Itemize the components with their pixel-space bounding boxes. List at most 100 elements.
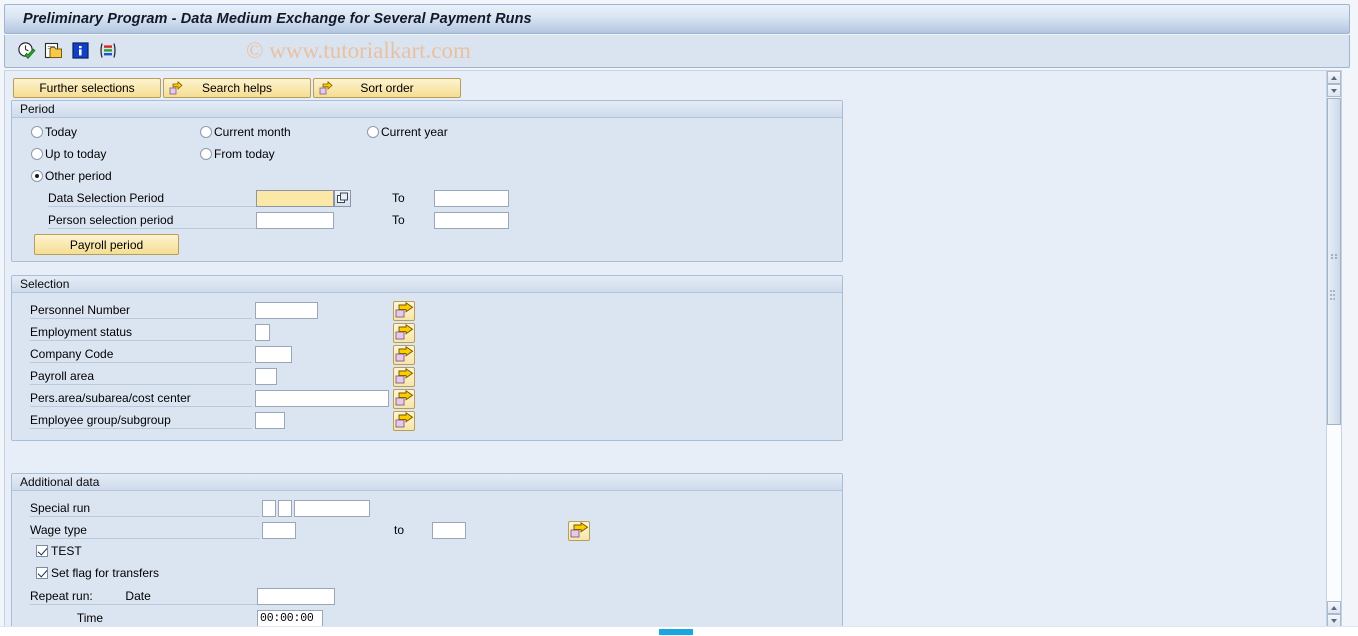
radio-indicator bbox=[200, 148, 212, 160]
repeat-run-time-label: Time bbox=[30, 610, 260, 627]
employee-group-subgroup-label: Employee group/subgroup bbox=[30, 412, 252, 429]
sort-order-button[interactable]: Sort order bbox=[313, 78, 461, 98]
repeat-run-row: Repeat run: Date bbox=[30, 588, 260, 605]
employee-group-subgroup-input[interactable] bbox=[255, 412, 285, 429]
wage-type-label: Wage type bbox=[30, 522, 260, 539]
radio-today[interactable]: Today bbox=[31, 125, 77, 139]
checkbox-test[interactable]: TEST bbox=[36, 544, 82, 558]
period-group-body: Today Current month Current year Up to t… bbox=[12, 118, 842, 261]
action-button-row: Further selections Search helps Sort ord… bbox=[13, 78, 461, 98]
person-selection-period-from-input[interactable] bbox=[256, 212, 334, 229]
scrollbar-track[interactable] bbox=[1327, 425, 1341, 601]
repeat-run-date-input[interactable] bbox=[257, 588, 335, 605]
payroll-period-label: Payroll period bbox=[69, 237, 144, 252]
radio-today-label: Today bbox=[45, 125, 78, 139]
wage-type-to-label: to bbox=[394, 523, 405, 537]
scroll-up-button-bottom[interactable] bbox=[1327, 601, 1341, 614]
checkbox-test-label: TEST bbox=[51, 544, 82, 558]
splitter-grip[interactable] bbox=[1330, 290, 1336, 306]
layout-list-icon[interactable] bbox=[98, 41, 117, 60]
person-selection-period-to-input[interactable] bbox=[434, 212, 509, 229]
toolbar-icon-group bbox=[17, 41, 117, 60]
get-variant-icon[interactable] bbox=[44, 41, 63, 60]
pers-area-subarea-cost-center-input[interactable] bbox=[255, 390, 389, 407]
radio-current-year[interactable]: Current year bbox=[367, 125, 448, 139]
special-run-label: Special run bbox=[30, 500, 260, 517]
scroll-down-button-top[interactable] bbox=[1327, 84, 1341, 97]
further-selections-button[interactable]: Further selections bbox=[13, 78, 161, 98]
special-run-input-1[interactable] bbox=[262, 500, 276, 517]
further-selections-label: Further selections bbox=[39, 81, 135, 95]
scrollbar-grip bbox=[1331, 254, 1338, 261]
search-helps-label: Search helps bbox=[201, 81, 273, 95]
data-selection-period-to-input[interactable] bbox=[434, 190, 509, 207]
pers-area-subarea-cost-center-label: Pers.area/subarea/cost center bbox=[30, 390, 252, 407]
selection-screen-content: Further selections Search helps Sort ord… bbox=[4, 70, 1326, 628]
radio-indicator bbox=[200, 126, 212, 138]
checkbox-indicator bbox=[36, 567, 48, 579]
f4-help-icon[interactable] bbox=[334, 190, 351, 207]
period-group-title: Period bbox=[12, 101, 842, 118]
execute-icon[interactable] bbox=[17, 41, 36, 60]
watermark-text: © www.tutorialkart.com bbox=[246, 38, 471, 63]
selection-group-title: Selection bbox=[12, 276, 842, 293]
multiple-selection-button[interactable] bbox=[393, 411, 415, 431]
data-selection-period-from-input[interactable] bbox=[256, 190, 334, 207]
sap-application-window: Preliminary Program - Data Medium Exchan… bbox=[0, 0, 1358, 636]
employment-status-label: Employment status bbox=[30, 324, 252, 341]
multiple-selection-button[interactable] bbox=[393, 345, 415, 365]
taskbar-active-item[interactable] bbox=[659, 629, 693, 635]
special-run-input-2[interactable] bbox=[278, 500, 292, 517]
wage-type-from-input[interactable] bbox=[262, 522, 296, 539]
radio-from-today[interactable]: From today bbox=[200, 147, 275, 161]
radio-up-to-today-label: Up to today bbox=[45, 147, 107, 161]
multiple-selection-button[interactable] bbox=[393, 301, 415, 321]
radio-indicator bbox=[31, 126, 43, 138]
vertical-scrollbar[interactable] bbox=[1326, 70, 1342, 628]
payroll-area-label: Payroll area bbox=[30, 368, 252, 385]
data-selection-period-to-label: To bbox=[392, 191, 405, 205]
radio-indicator-selected bbox=[31, 170, 43, 182]
radio-up-to-today[interactable]: Up to today bbox=[31, 147, 106, 161]
multiple-selection-button[interactable] bbox=[393, 389, 415, 409]
multiple-selection-button[interactable] bbox=[393, 367, 415, 387]
person-selection-period-to-label: To bbox=[392, 213, 405, 227]
special-run-input-3[interactable] bbox=[294, 500, 370, 517]
personnel-number-label: Personnel Number bbox=[30, 302, 252, 319]
repeat-run-date-label: Date bbox=[125, 589, 151, 603]
company-code-input[interactable] bbox=[255, 346, 292, 363]
application-toolbar bbox=[4, 35, 1350, 68]
checkbox-set-flag-for-transfers[interactable]: Set flag for transfers bbox=[36, 566, 159, 580]
period-group: Period Today Current month Current year bbox=[11, 100, 843, 262]
scrollbar-thumb[interactable] bbox=[1327, 98, 1341, 425]
additional-data-group: Additional data Special run Wage type to bbox=[11, 473, 843, 627]
payroll-period-button[interactable]: Payroll period bbox=[34, 234, 179, 255]
page-title: Preliminary Program - Data Medium Exchan… bbox=[23, 11, 532, 27]
personnel-number-input[interactable] bbox=[255, 302, 318, 319]
repeat-run-time-input[interactable] bbox=[257, 610, 323, 627]
radio-other-period-label: Other period bbox=[45, 169, 112, 183]
wage-type-to-input[interactable] bbox=[432, 522, 466, 539]
radio-other-period[interactable]: Other period bbox=[31, 169, 112, 183]
additional-data-group-title: Additional data bbox=[12, 474, 842, 491]
company-code-label: Company Code bbox=[30, 346, 252, 363]
radio-indicator bbox=[31, 148, 43, 160]
chevron-down-icon bbox=[1331, 619, 1337, 623]
multiple-selection-button[interactable] bbox=[568, 521, 590, 541]
radio-indicator bbox=[367, 126, 379, 138]
scroll-up-button[interactable] bbox=[1327, 71, 1341, 84]
selection-group: Selection Personnel Number Employment st… bbox=[11, 275, 843, 441]
payroll-area-input[interactable] bbox=[255, 368, 277, 385]
radio-current-year-label: Current year bbox=[381, 125, 448, 139]
search-helps-button[interactable]: Search helps bbox=[163, 78, 311, 98]
chevron-up-icon bbox=[1331, 76, 1337, 80]
radio-current-month[interactable]: Current month bbox=[200, 125, 291, 139]
radio-current-month-label: Current month bbox=[214, 125, 291, 139]
checkbox-set-flag-label: Set flag for transfers bbox=[51, 566, 160, 580]
multiple-selection-button[interactable] bbox=[393, 323, 415, 343]
info-icon[interactable] bbox=[71, 41, 90, 60]
chevron-up-icon bbox=[1331, 606, 1337, 610]
window-title-bar: Preliminary Program - Data Medium Exchan… bbox=[4, 4, 1350, 34]
arrow-right-icon bbox=[319, 80, 333, 95]
employment-status-input[interactable] bbox=[255, 324, 270, 341]
